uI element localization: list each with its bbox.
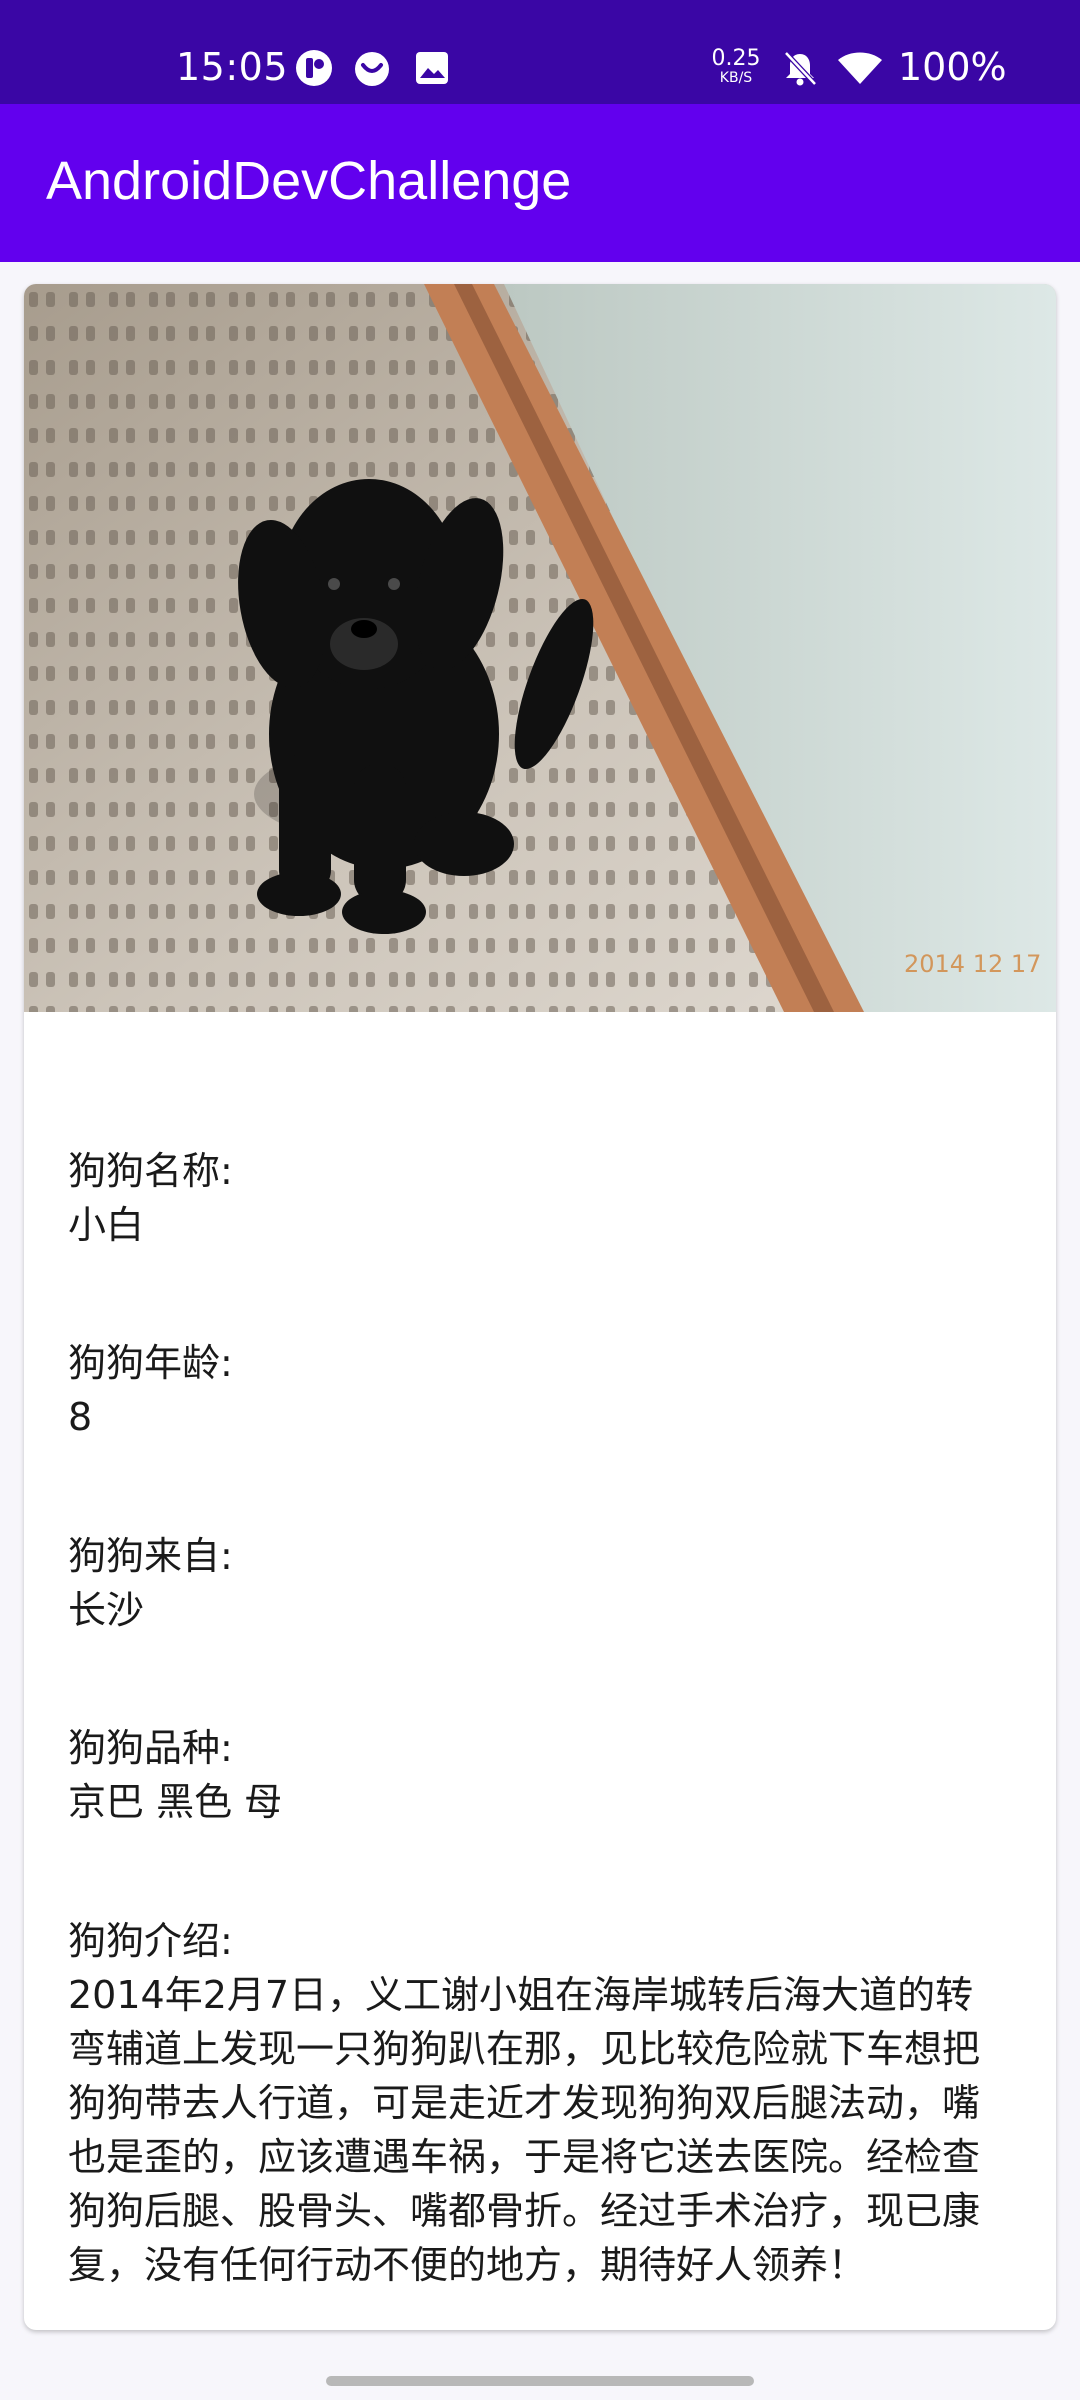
field-value: 京巴 黑色 母 [68,1780,283,1824]
battery-percentage: 100% [898,45,1007,89]
status-time: 15:05 [176,45,289,89]
dog-detail-card: 2014 12 17 狗狗名称: 小白 狗狗年龄: 8 狗狗来自: 长沙 狗狗品… [24,284,1056,2330]
app-notification-icon [296,50,332,86]
dog-age-field: 狗狗年龄: 8 [68,1336,1028,1444]
network-speed-value: 0.25 [711,46,761,71]
network-speed-unit: KB/S [719,70,753,86]
network-speed: 0.25 KB/S [708,46,764,87]
status-bar: 15:05 0.25 KB/S 100% [0,0,1080,104]
field-label: 狗狗介绍: [68,1919,233,1963]
bell-off-icon [784,51,817,86]
gesture-nav-handle[interactable] [326,2376,754,2386]
photo-date-stamp: 2014 12 17 [904,950,1041,978]
smiley-notification-icon [355,52,389,86]
dog-breed-field: 狗狗品种: 京巴 黑色 母 [68,1721,1028,1829]
field-label: 狗狗名称: [68,1149,233,1193]
dog-intro-field: 狗狗介绍: 2014年2月7日，义工谢小姐在海岸城转后海大道的转 弯辅道上发现一… [68,1914,1028,2292]
field-label: 狗狗年龄: [68,1341,233,1385]
app-title: AndroidDevChallenge [46,151,572,211]
dog-name-field: 狗狗名称: 小白 [68,1144,1028,1252]
wifi-icon [838,52,882,84]
field-value: 2014年2月7日，义工谢小姐在海岸城转后海大道的转 弯辅道上发现一只狗狗趴在那… [68,1973,981,2287]
dog-origin-field: 狗狗来自: 长沙 [68,1529,1028,1637]
dog-photo: 2014 12 17 [24,284,1056,1012]
field-label: 狗狗品种: [68,1726,233,1770]
field-value: 8 [68,1395,93,1439]
image-notification-icon [416,52,448,84]
field-label: 狗狗来自: [68,1534,233,1578]
app-bar: AndroidDevChallenge [0,104,1080,262]
field-value: 长沙 [68,1588,145,1632]
field-value: 小白 [68,1203,145,1247]
